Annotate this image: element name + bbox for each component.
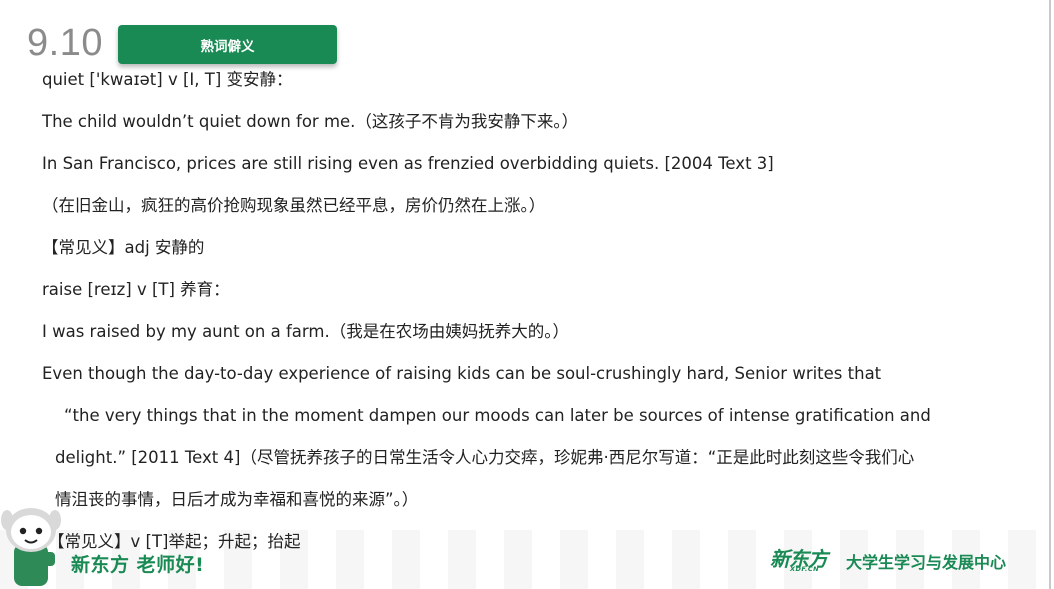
exam-sentence-continued: delight.” [2011 Text 4]（尽管抚养孩子的日常生活令人心力交… [55, 448, 915, 467]
date-label: 9.10 [27, 22, 103, 64]
exam-sentence-continued: “the very things that in the moment damp… [64, 406, 931, 425]
word-entry-raise: raise [reɪz] v [T] 养育： [42, 280, 230, 299]
common-meaning: 【常见义】adj 安静的 [42, 238, 205, 257]
word-entry-quiet: quiet ['kwaɪət] v [I, T] 变安静： [42, 70, 293, 89]
slogan-text: 新东方 老师好! [71, 554, 205, 576]
example-sentence: The child wouldn’t quiet down for me.（这孩… [42, 112, 579, 131]
brand-logo-subtext: XDF.CN [790, 565, 820, 573]
center-name: 大学生学习与发展中心 [846, 553, 1007, 572]
common-meaning: 【常见义】v [T]举起；升起；抬起 [48, 532, 301, 551]
exam-sentence: In San Francisco, prices are still risin… [42, 154, 774, 173]
exam-translation: 情沮丧的事情，日后才成为幸福和喜悦的来源”。） [55, 490, 419, 509]
mascot-icon [1, 508, 61, 586]
exam-sentence: Even though the day-to-day experience of… [42, 364, 882, 383]
topic-tag-badge: 熟词僻义 [118, 25, 337, 64]
example-sentence: I was raised by my aunt on a farm.（我是在农场… [42, 322, 569, 341]
exam-translation: （在旧金山，疯狂的高价抢购现象虽然已经平息，房价仍然在上涨。） [42, 196, 546, 215]
brand-logo: 新东方 XDF.CN [770, 543, 836, 575]
right-border-line [1049, 0, 1051, 589]
